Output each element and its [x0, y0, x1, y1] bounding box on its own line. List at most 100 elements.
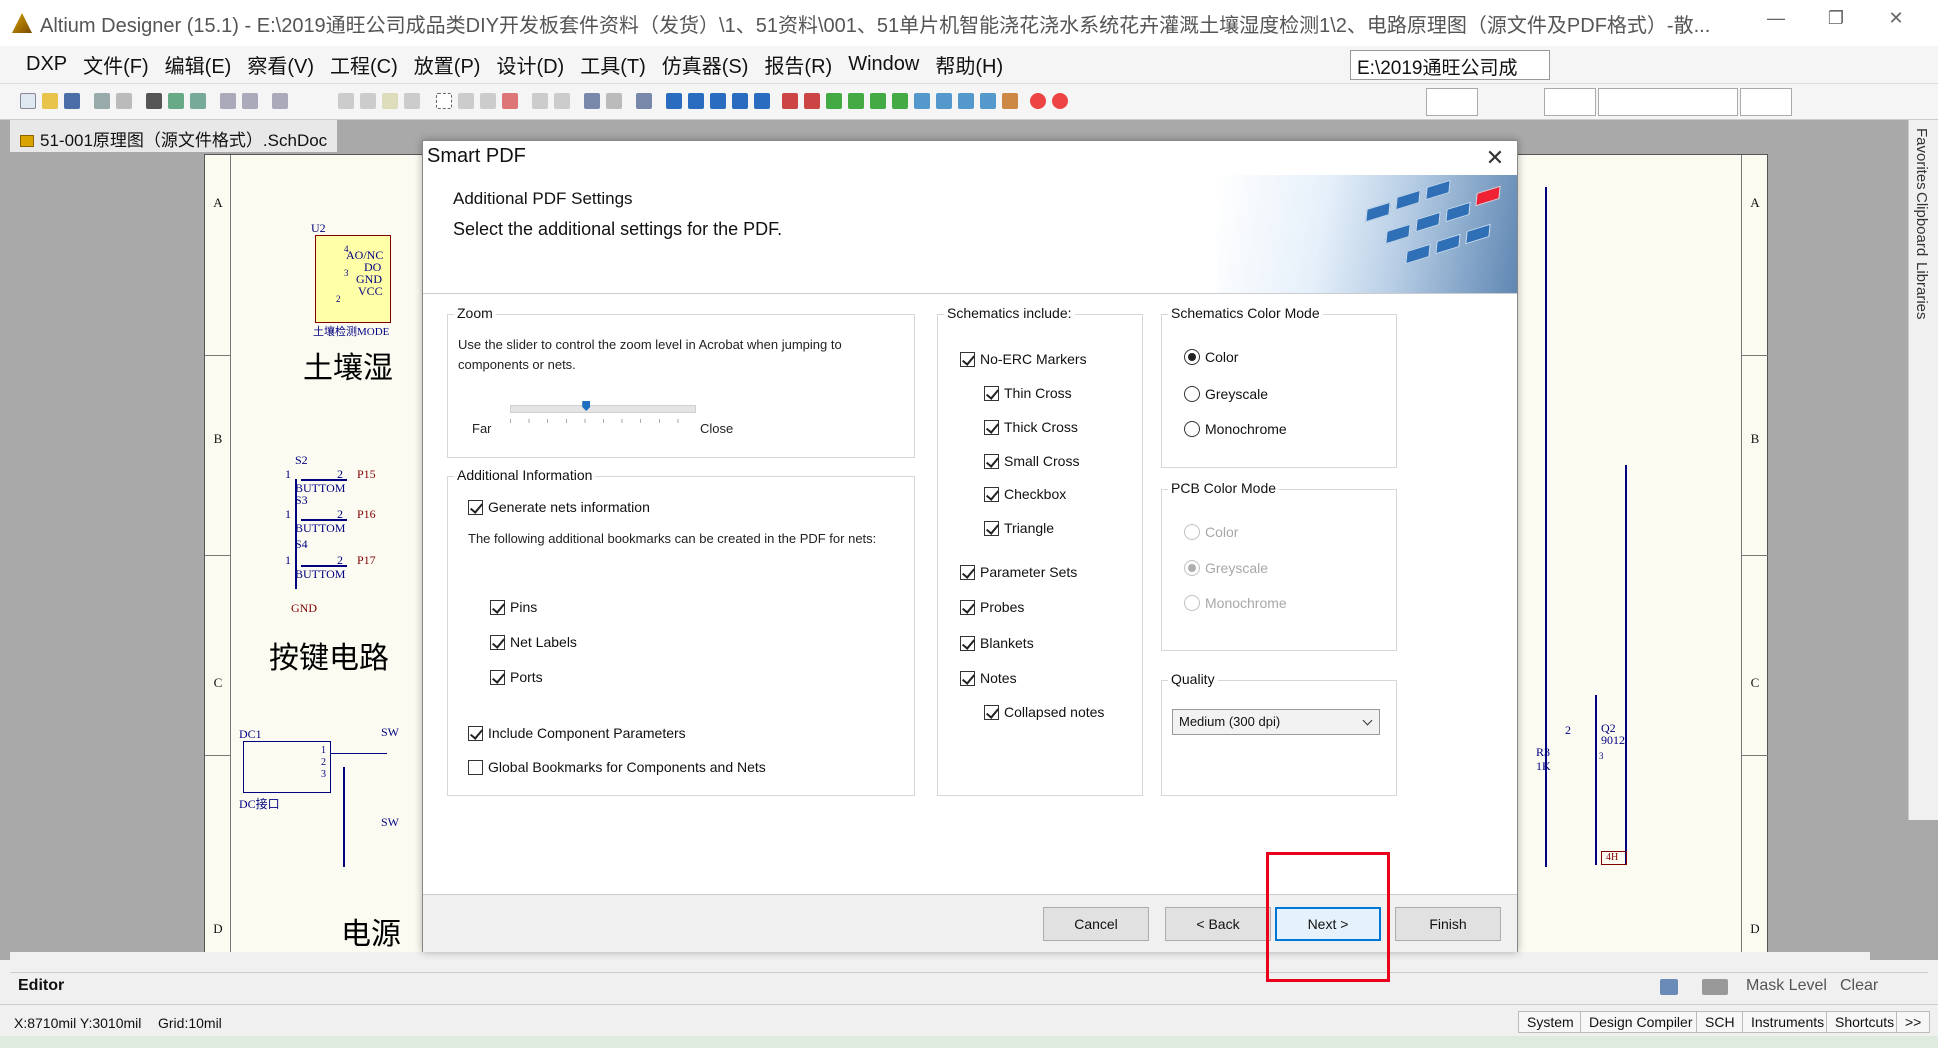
- collapsed-notes-checkbox[interactable]: Collapsed notes: [984, 704, 1104, 720]
- checkbox-box[interactable]: [468, 725, 483, 741]
- menu-project[interactable]: 工程(C): [322, 50, 406, 79]
- finish-button[interactable]: Finish: [1395, 907, 1501, 941]
- blankets-checkbox[interactable]: Blankets: [960, 635, 1034, 651]
- small-cross-checkbox[interactable]: Small Cross: [984, 453, 1079, 469]
- checkbox-box[interactable]: [984, 520, 999, 536]
- panel-tab-clipboard[interactable]: Clipboard: [1913, 192, 1930, 256]
- menu-dxp[interactable]: DXP: [18, 53, 75, 76]
- parameter-sets-checkbox[interactable]: Parameter Sets: [960, 564, 1077, 580]
- brush-icon[interactable]: [1660, 979, 1678, 995]
- device-sheet-icon[interactable]: [892, 93, 908, 109]
- ports-checkbox[interactable]: Ports: [490, 669, 543, 685]
- rubber-stamp-icon[interactable]: [404, 93, 420, 109]
- restore-button[interactable]: ❐: [1814, 8, 1858, 29]
- zoom-area-icon[interactable]: [242, 93, 258, 109]
- menu-edit[interactable]: 编辑(E): [157, 50, 240, 79]
- global-bookmarks-checkbox[interactable]: Global Bookmarks for Components and Nets: [468, 759, 766, 775]
- save-icon[interactable]: [64, 93, 80, 109]
- bus-entry-icon[interactable]: [710, 93, 726, 109]
- checkbox-box[interactable]: [960, 635, 975, 651]
- checkbox-box[interactable]: [468, 499, 483, 515]
- checkbox-box[interactable]: [984, 704, 999, 720]
- status-tab-more[interactable]: >>: [1896, 1011, 1931, 1033]
- radio-dot[interactable]: [1184, 349, 1200, 365]
- harness-icon[interactable]: [936, 93, 952, 109]
- net-icon[interactable]: [754, 93, 770, 109]
- triangle-checkbox[interactable]: Triangle: [984, 520, 1054, 536]
- signal-harness-icon[interactable]: [958, 93, 974, 109]
- cut-icon[interactable]: [338, 93, 354, 109]
- redo-icon[interactable]: [554, 93, 570, 109]
- menu-place[interactable]: 放置(P): [406, 50, 489, 79]
- sheet-symbol-icon[interactable]: [848, 93, 864, 109]
- cross-probe-icon[interactable]: [606, 93, 622, 109]
- menu-simulator[interactable]: 仿真器(S): [654, 50, 757, 79]
- print-preview-icon[interactable]: [116, 93, 132, 109]
- status-tab-shortcuts[interactable]: Shortcuts: [1826, 1011, 1904, 1033]
- thin-cross-checkbox[interactable]: Thin Cross: [984, 385, 1072, 401]
- checkbox-box[interactable]: [490, 634, 505, 650]
- close-window-button[interactable]: ✕: [1874, 8, 1918, 29]
- board-icon[interactable]: [146, 93, 162, 109]
- project-path-combo[interactable]: E:\2019通旺公司成: [1350, 50, 1550, 80]
- probes-checkbox[interactable]: Probes: [960, 599, 1024, 615]
- status-tab-system[interactable]: System: [1518, 1011, 1583, 1033]
- open-folder-icon[interactable]: [42, 93, 58, 109]
- notes-checkbox[interactable]: Notes: [960, 670, 1017, 686]
- clear-filter-icon[interactable]: [502, 93, 518, 109]
- menu-tools[interactable]: 工具(T): [572, 50, 654, 79]
- menu-file[interactable]: 文件(F): [75, 50, 157, 79]
- menu-reports[interactable]: 报告(R): [756, 50, 840, 79]
- connector-4h[interactable]: 4H: [1601, 851, 1627, 865]
- component-icon[interactable]: [190, 93, 206, 109]
- browse-icon[interactable]: [636, 93, 652, 109]
- checkbox-box[interactable]: [468, 759, 483, 775]
- checkbox-box[interactable]: [490, 669, 505, 685]
- quality-select[interactable]: Medium (300 dpi): [1172, 709, 1380, 735]
- sch-greyscale-radio[interactable]: Greyscale: [1184, 386, 1268, 402]
- paste-icon[interactable]: [382, 93, 398, 109]
- sheet-entry-icon[interactable]: [870, 93, 886, 109]
- port-icon[interactable]: [914, 93, 930, 109]
- directive-icon[interactable]: [1002, 93, 1018, 109]
- mask-level-button[interactable]: Mask Level: [1746, 977, 1827, 995]
- new-file-icon[interactable]: [20, 93, 36, 109]
- sch-monochrome-radio[interactable]: Monochrome: [1184, 421, 1287, 437]
- thick-cross-checkbox[interactable]: Thick Cross: [984, 419, 1078, 435]
- harness-entry-icon[interactable]: [980, 93, 996, 109]
- part-icon[interactable]: [826, 93, 842, 109]
- net-label-icon[interactable]: [732, 93, 748, 109]
- menu-window[interactable]: Window: [840, 53, 927, 76]
- toolbar-combo-2[interactable]: [1544, 88, 1596, 116]
- back-button[interactable]: < Back: [1165, 907, 1271, 941]
- checkbox-marker-checkbox[interactable]: Checkbox: [984, 486, 1066, 502]
- library-icon[interactable]: [168, 93, 184, 109]
- menu-view[interactable]: 察看(V): [239, 50, 322, 79]
- print-icon[interactable]: [94, 93, 110, 109]
- wire-icon[interactable]: [666, 93, 682, 109]
- checkbox-box[interactable]: [960, 351, 975, 367]
- checkbox-box[interactable]: [960, 599, 975, 615]
- include-component-params-checkbox[interactable]: Include Component Parameters: [468, 725, 686, 741]
- clear-button[interactable]: Clear: [1840, 977, 1878, 995]
- radio-dot[interactable]: [1184, 386, 1200, 402]
- dc-jack-symbol[interactable]: [243, 741, 331, 793]
- toolbar-combo-1[interactable]: [1426, 88, 1478, 116]
- zoom-selected-icon[interactable]: [272, 93, 288, 109]
- checkbox-box[interactable]: [960, 564, 975, 580]
- select-area-icon[interactable]: [436, 93, 452, 109]
- panel-tab-libraries[interactable]: Libraries: [1913, 262, 1930, 320]
- move-icon[interactable]: [458, 93, 474, 109]
- net-labels-checkbox[interactable]: Net Labels: [490, 634, 577, 650]
- bus-icon[interactable]: [688, 93, 704, 109]
- radio-dot[interactable]: [1184, 421, 1200, 437]
- menu-help[interactable]: 帮助(H): [927, 50, 1011, 79]
- no-erc-markers-checkbox[interactable]: No-ERC Markers: [960, 351, 1087, 367]
- pins-checkbox[interactable]: Pins: [490, 599, 537, 615]
- horizontal-scrollbar[interactable]: [10, 952, 1870, 970]
- deselect-icon[interactable]: [480, 93, 496, 109]
- filter-icon[interactable]: [1702, 979, 1728, 995]
- status-tab-instruments[interactable]: Instruments: [1742, 1011, 1834, 1033]
- checkbox-box[interactable]: [960, 670, 975, 686]
- copy-icon[interactable]: [360, 93, 376, 109]
